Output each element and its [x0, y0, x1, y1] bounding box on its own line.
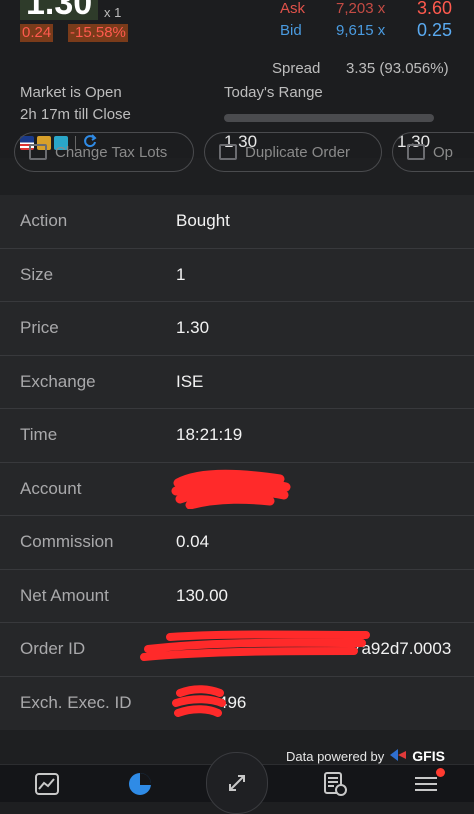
- ask-size: 7,203 x: [336, 0, 386, 17]
- detail-row-price: Price 1.30: [0, 302, 474, 356]
- options-label: Op: [433, 143, 454, 161]
- trade-expand-icon: [229, 775, 245, 791]
- options-icon: [407, 144, 425, 160]
- duplicate-order-button[interactable]: Duplicate Order: [204, 132, 382, 172]
- detail-row-commission: Commission 0.04: [0, 516, 474, 570]
- watchlist-icon: [324, 772, 347, 796]
- chart-icon: [35, 773, 59, 795]
- detail-value: 18:21:19: [176, 425, 243, 444]
- detail-label: Order ID: [20, 639, 86, 658]
- detail-row-order-id: Order ID 7a92d7.0003: [0, 623, 474, 677]
- redaction-scribble: [171, 469, 291, 509]
- bid-size: 9,615 x: [336, 22, 386, 39]
- range-bar: [224, 114, 434, 122]
- detail-value: 1.30: [176, 318, 210, 337]
- detail-value: ISE: [176, 371, 204, 391]
- spread-value: 3.35 (93.056%): [346, 60, 449, 77]
- detail-label: Time: [20, 425, 58, 444]
- redaction-scribble: [140, 630, 370, 661]
- notification-badge: [436, 768, 445, 777]
- bid-label: Bid: [280, 22, 302, 39]
- ask-price: 3.60: [417, 0, 453, 18]
- price-change-pct: -15.58%: [68, 24, 128, 42]
- time-till-close: 2h 17m till Close: [20, 106, 131, 123]
- detail-row-action: Action Bought: [0, 195, 474, 249]
- tab-portfolio[interactable]: [126, 771, 154, 797]
- spread-label: Spread: [272, 60, 321, 77]
- powered-by-label: Data powered by: [286, 748, 385, 764]
- detail-row-exchange: Exchange ISE: [0, 356, 474, 409]
- detail-label: Net Amount: [20, 585, 109, 605]
- data-attribution: Data powered by GFIS: [286, 748, 445, 764]
- market-status: Market is Open: [20, 84, 122, 101]
- provider-name: GFIS: [412, 748, 445, 764]
- detail-value: Bought: [176, 211, 230, 230]
- detail-label: Action: [20, 211, 68, 230]
- detail-label: Exchange: [20, 371, 96, 391]
- detail-row-account: Account: [0, 463, 474, 516]
- change-tax-lots-button[interactable]: Change Tax Lots: [14, 132, 194, 172]
- detail-row-size: Size 1: [0, 249, 474, 302]
- detail-label: Exch. Exec. ID: [20, 692, 132, 712]
- bid-price: 0.25: [417, 20, 453, 40]
- detail-label: Account: [20, 478, 82, 498]
- trade-button[interactable]: [206, 752, 268, 814]
- ask-label: Ask: [280, 0, 306, 17]
- menu-icon: [415, 777, 437, 791]
- duplicate-order-label: Duplicate Order: [245, 143, 351, 161]
- duplicate-icon: [219, 144, 237, 160]
- options-button[interactable]: Op: [392, 132, 474, 172]
- tax-lots-icon: [29, 144, 47, 160]
- price-change: 0.24: [20, 24, 54, 42]
- change-tax-lots-label: Change Tax Lots: [55, 143, 168, 161]
- price-multiplier: x 1: [104, 5, 122, 20]
- gfis-logo-icon: [390, 748, 407, 764]
- tab-chart[interactable]: [33, 771, 61, 797]
- detail-label: Price: [20, 318, 59, 337]
- execution-details: Action Bought Size 1 Price 1.30 Exchange…: [0, 195, 474, 730]
- range-label: Today's Range: [224, 84, 323, 101]
- detail-row-net-amount: Net Amount 130.00: [0, 570, 474, 623]
- detail-value: 130.00: [176, 585, 228, 605]
- detail-row-time: Time 18:21:19: [0, 409, 474, 463]
- detail-value: 1: [176, 264, 186, 284]
- detail-value: 0.04: [176, 532, 210, 551]
- tab-watchlist[interactable]: [321, 771, 349, 797]
- detail-label: Size: [20, 264, 54, 284]
- detail-row-exec-id: Exch. Exec. ID 496: [0, 677, 474, 731]
- detail-label: Commission: [20, 532, 114, 551]
- last-price: 1.30: [20, 0, 99, 20]
- redaction-scribble: [172, 684, 226, 717]
- portfolio-pie-icon: [129, 773, 151, 795]
